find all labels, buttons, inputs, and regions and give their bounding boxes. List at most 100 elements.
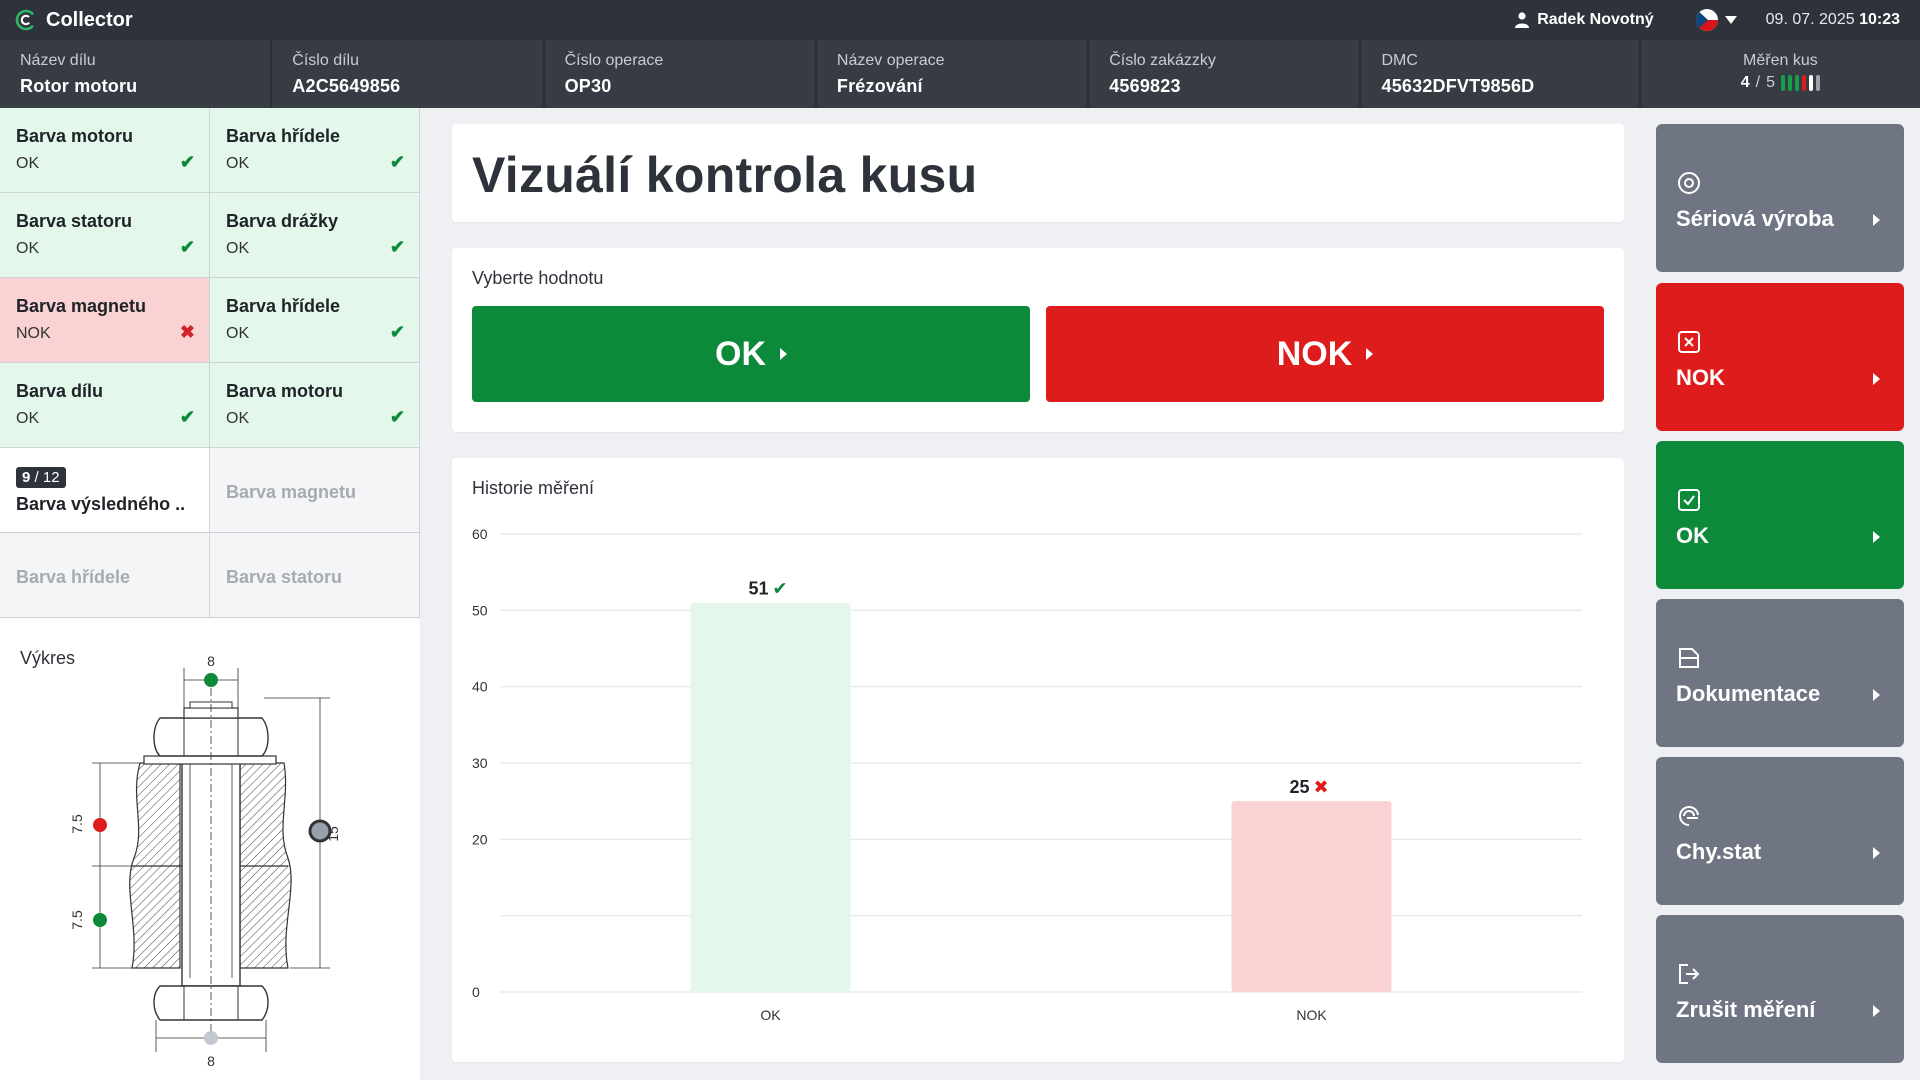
- info-part-name: Název dílu Rotor motoru: [0, 40, 273, 108]
- check-title: Barva drážky: [226, 211, 339, 231]
- check-title: Barva hřídele: [226, 296, 341, 316]
- check-item[interactable]: Barva magnetu NOK ✖: [0, 278, 210, 363]
- check-title: Barva výsledného ..: [16, 494, 186, 514]
- measure-point-bottom[interactable]: [204, 1031, 218, 1045]
- y-tick-label: 30: [472, 755, 488, 771]
- check-status: OK: [226, 240, 250, 257]
- select-card: Vyberte hodnotu OK NOK: [452, 248, 1624, 432]
- page-title: Vizuálí kontrola kusu: [472, 147, 978, 203]
- check-item[interactable]: Barva motoru OK ✔: [210, 363, 420, 448]
- measure-point-left-lower[interactable]: [93, 913, 107, 927]
- cross-icon: ✖: [179, 322, 195, 342]
- check-title: Barva hřídele: [16, 567, 131, 587]
- side-button-zru-it-m-en-[interactable]: Zrušit měření: [1656, 915, 1904, 1063]
- x-box-icon: [1676, 329, 1702, 355]
- bolt-drawing: 8 8 15 7.5 7.5: [69, 653, 341, 1069]
- side-button-ok[interactable]: OK: [1656, 441, 1904, 589]
- check-icon: ✔: [179, 152, 195, 172]
- check-pending[interactable]: Barva statoru: [210, 533, 420, 618]
- top-bar: Collector Radek Novotný 09. 07. 2025 10:…: [0, 0, 1920, 40]
- check-icon: ✔: [389, 407, 405, 427]
- check-item[interactable]: Barva hřídele OK ✔: [210, 108, 420, 193]
- ok-button[interactable]: OK: [472, 306, 1030, 402]
- check-icon: ✔: [179, 237, 195, 257]
- datetime: 09. 07. 2025 10:23: [1766, 11, 1900, 29]
- check-item[interactable]: Barva motoru OK ✔: [0, 108, 210, 193]
- check-pending[interactable]: Barva magnetu: [210, 448, 420, 533]
- check-item[interactable]: Barva drážky OK ✔: [210, 193, 420, 278]
- check-item[interactable]: Barva dílu OK ✔: [0, 363, 210, 448]
- bar-nok[interactable]: [1231, 801, 1392, 992]
- side-button-nok[interactable]: NOK: [1656, 283, 1904, 431]
- history-card: Historie měření 0 20 30 40 50 60 51 ✔ OK 25 ✖ NOK: [452, 458, 1624, 1062]
- language-selector[interactable]: [1695, 9, 1738, 31]
- drawing-panel: Výkres 8 8 15 7.5 7.5: [0, 628, 420, 1080]
- measure-point-left-upper[interactable]: [93, 818, 107, 832]
- side-button-s-riov-v-roba[interactable]: Sériová výroba: [1656, 124, 1904, 272]
- check-icon: ✔: [179, 407, 195, 427]
- stats-icon: [1676, 803, 1702, 829]
- bar-value-label: 25 ✖: [1289, 777, 1328, 798]
- dim-left-lower-text: 7.5: [69, 910, 85, 930]
- checks-grid-rest: 9 / 12 Barva výsledného .. Barva magnetu…: [0, 448, 420, 618]
- check-icon: ✔: [389, 152, 405, 172]
- side-button-label: NOK: [1676, 365, 1725, 390]
- check-status: OK: [16, 155, 40, 172]
- info-label: Číslo zakázzky: [1109, 52, 1216, 69]
- measure-point-right[interactable]: [308, 819, 332, 843]
- info-dmc: DMC 45632DFVT9856D: [1361, 40, 1641, 108]
- info-value: Rotor motoru: [20, 76, 138, 96]
- ok-button-label: OK: [715, 334, 766, 373]
- check-status: OK: [16, 410, 40, 427]
- app-title: Collector: [46, 8, 133, 31]
- bar-value-label: 51 ✔: [748, 579, 787, 600]
- czech-flag-icon: [1695, 9, 1718, 31]
- info-label: DMC: [1381, 52, 1418, 69]
- history-chart: 0 20 30 40 50 60 51 ✔ OK 25 ✖ NOK: [472, 526, 1582, 1023]
- dim-bottom-text: 8: [207, 1053, 215, 1069]
- bar-ok[interactable]: [690, 602, 851, 992]
- y-tick-label: 50: [472, 602, 488, 618]
- user-name: Radek Novotný: [1537, 11, 1654, 28]
- info-value: A2C5649856: [292, 76, 401, 96]
- check-title: Barva dílu: [16, 381, 104, 401]
- y-tick-label: 0: [472, 984, 480, 1000]
- check-counter: 9 / 12: [16, 467, 66, 488]
- measure-point-top[interactable]: [204, 673, 218, 687]
- user-menu[interactable]: Radek Novotný: [1515, 11, 1654, 29]
- arrow-right-icon: [1873, 373, 1880, 385]
- checks-grid: Barva motoru OK ✔ Barva hřídele OK ✔ Barva sta…: [0, 108, 420, 448]
- side-button-label: Dokumentace: [1676, 681, 1821, 706]
- arrow-right-icon: [1873, 214, 1880, 226]
- target-icon: [1676, 170, 1702, 196]
- info-label: Měřen kus: [1743, 52, 1818, 69]
- cross-icon: ✖: [1314, 777, 1329, 798]
- dim-top-text: 8: [207, 653, 215, 669]
- info-part-number: Číslo dílu A2C5649856: [272, 40, 545, 108]
- bar-value: 51: [748, 579, 768, 599]
- check-active[interactable]: 9 / 12 Barva výsledného ..: [0, 448, 210, 533]
- y-tick-label: 20: [472, 831, 488, 847]
- arrow-right-icon: [1873, 689, 1880, 701]
- info-value: Frézování: [836, 76, 923, 96]
- side-button-label: Sériová výroba: [1676, 206, 1834, 231]
- y-tick-label: 40: [472, 679, 488, 695]
- drawing-title: Výkres: [20, 648, 76, 668]
- arrow-right-icon: [1873, 847, 1880, 859]
- side-button-chy-stat[interactable]: Chy.stat: [1656, 757, 1904, 905]
- info-label: Číslo operace: [564, 52, 664, 69]
- info-label: Název operace: [836, 52, 945, 69]
- title-card: Vizuálí kontrola kusu: [452, 124, 1624, 222]
- info-measured: Měřen kus 4 / 5: [1641, 40, 1920, 108]
- info-order-number: Číslo zakázzky 4569823: [1089, 40, 1362, 108]
- side-button-dokumentace[interactable]: Dokumentace: [1656, 599, 1904, 747]
- check-item[interactable]: Barva statoru OK ✔: [0, 193, 210, 278]
- collector-logo-icon: [15, 9, 37, 31]
- nok-button-label: NOK: [1276, 334, 1353, 373]
- check-pending[interactable]: Barva hřídele: [0, 533, 210, 618]
- check-title: Barva statoru: [226, 567, 343, 587]
- nok-button[interactable]: NOK: [1046, 306, 1604, 402]
- info-value: OP30: [564, 76, 612, 96]
- arrow-right-icon: [1873, 531, 1880, 543]
- check-item[interactable]: Barva hřídele OK ✔: [210, 278, 420, 363]
